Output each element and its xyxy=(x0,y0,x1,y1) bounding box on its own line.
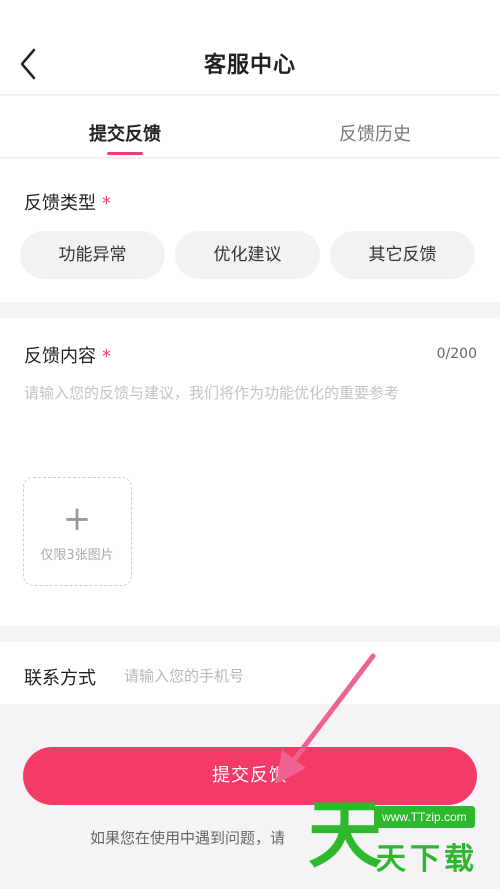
type-option-suggestion[interactable]: 优化建议 xyxy=(175,231,320,279)
watermark-text: 天下载 xyxy=(376,842,478,877)
feedback-type-label-text: 反馈类型 xyxy=(24,193,96,214)
feedback-type-label: 反馈类型 * xyxy=(24,189,111,215)
feedback-textarea[interactable]: 请输入您的反馈与建议，我们将作为功能优化的重要参考 xyxy=(24,382,399,403)
feedback-type-section: 反馈类型 * 功能异常 优化建议 其它反馈 xyxy=(0,159,500,302)
tab-bar: 提交反馈 反馈历史 xyxy=(0,96,500,158)
site-watermark: 天 www.TTzip.com 天下载 xyxy=(302,790,500,889)
contact-section: 联系方式 xyxy=(0,642,500,704)
annotation-arrow-icon xyxy=(276,653,376,784)
tab-feedback-history[interactable]: 反馈历史 xyxy=(295,120,455,146)
upload-hint: 仅限3张图片 xyxy=(40,548,114,563)
page-title: 客服中心 xyxy=(203,53,296,78)
plus-icon: + xyxy=(62,499,92,539)
active-tab-indicator xyxy=(107,152,143,155)
image-upload-button[interactable]: + 仅限3张图片 xyxy=(23,477,132,586)
char-counter: 0/200 xyxy=(436,346,477,362)
footer-note: 如果您在使用中遇到问题，请 xyxy=(90,829,286,847)
contact-label: 联系方式 xyxy=(24,668,96,689)
watermark-logo-char: 天 xyxy=(308,792,382,878)
feedback-content-label-text: 反馈内容 xyxy=(24,346,96,367)
type-option-malfunction[interactable]: 功能异常 xyxy=(20,231,165,279)
feedback-content-section: 反馈内容 * 0/200 请输入您的反馈与建议，我们将作为功能优化的重要参考 + … xyxy=(0,318,500,626)
watermark-url: www.TTzip.com xyxy=(374,806,475,828)
feedback-content-label: 反馈内容 * xyxy=(24,342,111,368)
required-mark: * xyxy=(102,193,111,214)
type-option-other[interactable]: 其它反馈 xyxy=(330,231,475,279)
tab-submit-feedback[interactable]: 提交反馈 xyxy=(45,120,205,146)
nav-header: 客服中心 xyxy=(0,0,500,95)
required-mark: * xyxy=(102,346,111,367)
